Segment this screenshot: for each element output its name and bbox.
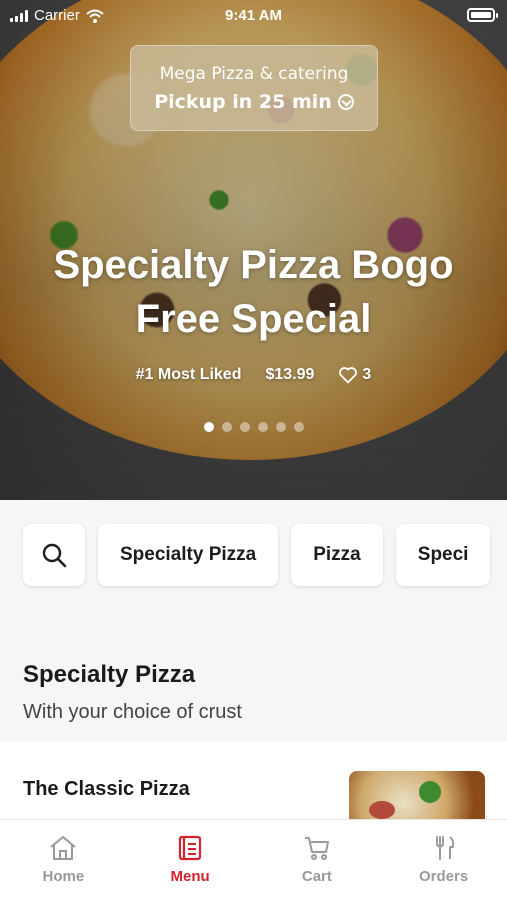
search-icon <box>42 543 67 568</box>
chevron-down-circle-icon <box>337 94 354 110</box>
restaurant-name: Mega Pizza & catering <box>159 64 349 84</box>
promo-meta: #1 Most Liked $13.99 3 <box>0 366 507 384</box>
section-title: Specialty Pizza <box>23 661 196 688</box>
carousel-dot[interactable] <box>275 422 286 432</box>
carousel-dot[interactable] <box>239 422 250 432</box>
status-time: 9:41 AM <box>225 7 282 24</box>
tab-home[interactable]: Home <box>8 820 118 900</box>
status-bar: Carrier 9:41 AM <box>0 0 507 34</box>
section-header: Specialty Pizza With your choice of crus… <box>0 640 507 740</box>
tab-menu[interactable]: Menu <box>135 820 245 900</box>
promo-title: Specialty Pizza Bogo Free Special <box>53 243 454 341</box>
carousel-dot[interactable] <box>257 422 268 432</box>
search-button[interactable] <box>23 524 85 586</box>
tab-orders[interactable]: Orders <box>389 820 499 900</box>
menu-item-name: The Classic Pizza <box>23 778 190 800</box>
menu-book-icon <box>179 835 202 861</box>
home-icon <box>50 836 77 860</box>
most-liked-badge: #1 Most Liked <box>135 366 242 383</box>
category-chip-partial[interactable]: Speci <box>395 524 491 586</box>
battery-icon <box>467 8 498 22</box>
tab-cart[interactable]: Cart <box>262 820 372 900</box>
hero-banner[interactable]: Carrier 9:41 AM Mega Pizza & catering Pi… <box>0 0 507 500</box>
carousel-dot[interactable] <box>293 422 304 432</box>
promo-price: $13.99 <box>265 366 315 383</box>
likes-count: 3 <box>338 366 371 384</box>
category-bar: Specialty Pizza Pizza Speci <box>0 500 507 620</box>
cart-icon <box>304 837 329 860</box>
carousel-indicator[interactable] <box>0 422 507 432</box>
fork-knife-icon <box>435 836 454 860</box>
heart-icon <box>339 367 358 384</box>
category-chip-pizza[interactable]: Pizza <box>291 524 383 586</box>
carousel-dot[interactable] <box>221 422 232 432</box>
category-chip-specialty-pizza[interactable]: Specialty Pizza <box>98 524 279 586</box>
pickup-eta: Pickup in 25 min <box>154 91 332 113</box>
tab-bar: Home Menu Cart Orders <box>0 819 507 900</box>
carousel-dot[interactable] <box>203 422 214 432</box>
section-subtitle: With your choice of crust <box>23 701 242 723</box>
pickup-selector[interactable]: Mega Pizza & catering Pickup in 25 min <box>130 45 378 131</box>
